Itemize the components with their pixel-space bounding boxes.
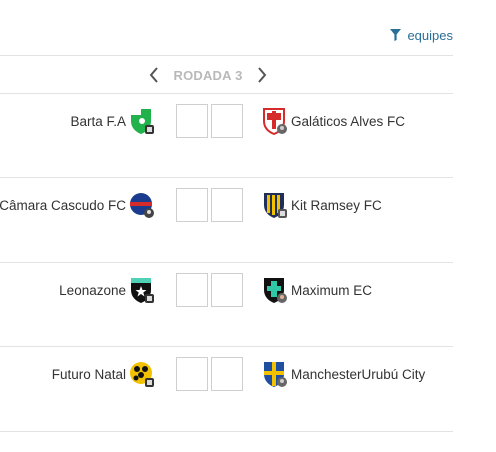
away-team-crest-icon xyxy=(262,191,288,219)
away-team: Kit Ramsey FC xyxy=(262,191,382,219)
home-team: Futuro Natal xyxy=(52,360,155,388)
home-team-crest-icon xyxy=(129,191,155,219)
away-score-input[interactable] xyxy=(211,188,243,222)
home-score-input[interactable] xyxy=(176,273,208,307)
home-team: Câmara Cascudo FC xyxy=(0,191,155,219)
home-team-name: Câmara Cascudo FC xyxy=(0,197,126,213)
home-team-name: Barta F.A xyxy=(70,113,126,129)
away-team-crest-icon xyxy=(262,107,288,135)
away-team: Galáticos Alves FC xyxy=(262,107,405,135)
away-team-crest-icon xyxy=(262,360,288,388)
chevron-left-icon xyxy=(150,67,159,83)
next-round-button[interactable] xyxy=(255,66,269,84)
match-row: Câmara Cascudo FC Kit Ramsey FC xyxy=(0,178,453,262)
away-team-name: Galáticos Alves FC xyxy=(291,113,406,129)
match-row: Barta F.A Galáticos Alves FC xyxy=(0,94,453,178)
home-team: Barta F.A xyxy=(70,107,155,135)
home-team-crest-icon xyxy=(129,107,155,135)
home-team-name: Leonazone xyxy=(59,282,126,298)
home-score-input[interactable] xyxy=(176,188,208,222)
away-team-name: Maximum EC xyxy=(291,282,373,298)
away-team-name: Kit Ramsey FC xyxy=(291,197,382,213)
match-divider xyxy=(0,431,453,432)
away-team-name: ManchesterUrubú City xyxy=(291,366,426,382)
round-navigation: RODADA 3 xyxy=(0,63,416,87)
home-team-crest-icon xyxy=(129,360,155,388)
match-row: Leonazone Maximum EC xyxy=(0,263,453,347)
home-team-name: Futuro Natal xyxy=(51,366,126,382)
match-row: Futuro Natal ManchesterUrubú City xyxy=(0,347,453,431)
away-score-input[interactable] xyxy=(211,104,243,138)
funnel-icon xyxy=(390,29,402,41)
home-score-input[interactable] xyxy=(176,357,208,391)
filter-label: equipes xyxy=(407,27,453,43)
away-team: Maximum EC xyxy=(262,276,372,304)
header-divider xyxy=(0,55,453,56)
previous-round-button[interactable] xyxy=(147,66,161,84)
filter-teams-link[interactable]: equipes xyxy=(390,26,453,44)
chevron-right-icon xyxy=(257,67,266,83)
home-team: Leonazone xyxy=(59,276,155,304)
home-team-crest-icon xyxy=(129,276,155,304)
away-team-crest-icon xyxy=(262,276,288,304)
home-score-input[interactable] xyxy=(176,104,208,138)
away-team: ManchesterUrubú City xyxy=(262,360,425,388)
round-label: RODADA 3 xyxy=(173,67,243,83)
away-score-input[interactable] xyxy=(211,273,243,307)
away-score-input[interactable] xyxy=(211,357,243,391)
